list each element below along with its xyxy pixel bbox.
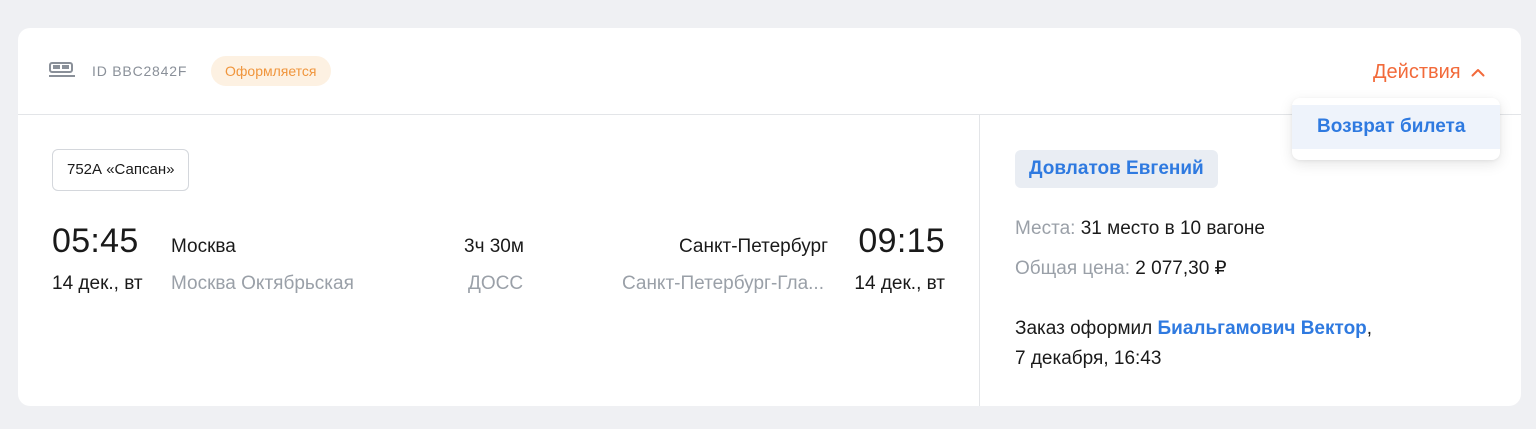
- order-card: ID BBC2842F Оформляется Действия 752А «С…: [18, 28, 1521, 406]
- ordered-by-row: Заказ оформил Биальгамович Вектор,: [1015, 318, 1372, 340]
- price-value: 2 077,30 ₽: [1135, 258, 1227, 279]
- price-label: Общая цена:: [1015, 258, 1131, 279]
- price-row: Общая цена: 2 077,30 ₽: [1015, 257, 1227, 280]
- arrival-station: Санкт-Петербург-Гла...: [621, 273, 824, 294]
- ordered-at: 7 декабря, 16:43: [1015, 348, 1162, 369]
- ordered-by-link[interactable]: Биальгамович Вектор: [1158, 318, 1367, 339]
- departure-station: Москва Октябрьская: [171, 273, 354, 294]
- service-class: ДОСС: [468, 273, 524, 294]
- actions-dropdown: Возврат билета: [1292, 98, 1500, 160]
- menu-item-refund-ticket[interactable]: Возврат билета: [1292, 105, 1500, 149]
- arrival-time: 09:15: [858, 222, 945, 260]
- seats-row: Места: 31 место в 10 вагоне: [1015, 218, 1265, 240]
- departure-time: 05:45: [52, 222, 139, 260]
- departure-date: 14 дек., вт: [52, 273, 143, 294]
- seats-label: Места:: [1015, 218, 1076, 239]
- actions-label: Действия: [1373, 60, 1461, 83]
- chevron-up-icon: [1471, 68, 1485, 76]
- actions-button[interactable]: Действия: [1373, 58, 1485, 86]
- seats-value: 31 место в 10 вагоне: [1080, 218, 1265, 239]
- departure-city: Москва: [171, 236, 236, 257]
- ordered-by-prefix: Заказ оформил: [1015, 318, 1153, 339]
- arrival-date: 14 дек., вт: [854, 273, 945, 294]
- arrival-city: Санкт-Петербург: [678, 236, 828, 257]
- ordered-by-suffix: ,: [1366, 318, 1373, 339]
- train-icon: [49, 62, 75, 77]
- passenger-name[interactable]: Довлатов Евгений: [1015, 150, 1218, 188]
- train-name-badge: 752А «Сапсан»: [52, 149, 190, 191]
- column-divider: [979, 115, 980, 406]
- order-id: ID BBC2842F: [92, 63, 188, 79]
- trip-duration: 3ч 30м: [464, 236, 524, 257]
- status-badge: Оформляется: [211, 56, 331, 86]
